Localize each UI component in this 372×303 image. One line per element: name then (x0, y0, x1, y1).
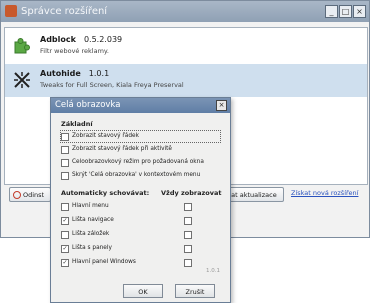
always-show-checkbox-main-menu[interactable] (184, 203, 192, 211)
disable-icon (13, 191, 21, 199)
checkbox[interactable] (61, 203, 69, 211)
section-basic-title: Základní (61, 120, 93, 128)
extension-item-autohide[interactable]: Autohide 1.0.1 Tweaks for Full Screen, Ki… (5, 64, 367, 97)
cancel-button[interactable]: Zrušit (175, 284, 215, 298)
checkbox-checked[interactable]: ✓ (61, 259, 69, 267)
option-show-statusbar[interactable]: Zobrazit stavový řádek (60, 130, 221, 143)
maximize-button[interactable]: □ (339, 5, 352, 18)
dialog-title: Celá obrazovka (55, 100, 121, 110)
section-auto-hide-title: Automaticky schovávat: (61, 189, 150, 197)
extension-version: 1.0.1 (88, 69, 110, 78)
uninstall-button[interactable]: Odinst (9, 187, 51, 202)
get-extensions-link[interactable]: Získat nová rozšíření (291, 189, 358, 197)
checkbox-checked[interactable]: ✓ (61, 245, 69, 253)
extension-item-adblock[interactable]: Adblock 0.5.2.039 Filtr webové reklamy. (5, 30, 367, 63)
section-always-show-title: Vždy zobrazovat (161, 189, 222, 197)
always-show-checkbox-windows-taskbar[interactable] (184, 259, 192, 267)
checkbox[interactable] (61, 146, 69, 154)
autohide-icon (14, 72, 30, 88)
fullscreen-options-dialog: Celá obrazovka × Základní Zobrazit stavo… (50, 97, 231, 303)
always-show-checkbox-tab-bar[interactable] (184, 245, 192, 253)
minimize-button[interactable]: _ (325, 5, 338, 18)
close-button[interactable]: × (353, 5, 366, 18)
app-icon (5, 5, 17, 17)
dialog-close-button[interactable]: × (216, 100, 227, 111)
always-show-checkbox-navigation-bar[interactable] (184, 217, 192, 225)
window-title: Správce rozšíření (21, 6, 108, 17)
version-label: 1.0.1 (206, 268, 220, 274)
dialog-titlebar[interactable]: Celá obrazovka (51, 98, 230, 113)
checkbox[interactable] (61, 172, 69, 180)
always-show-checkbox-bookmarks-bar[interactable] (184, 231, 192, 239)
window-titlebar[interactable]: Správce rozšíření _ □ × (1, 1, 369, 22)
puzzle-icon (14, 38, 30, 54)
ok-button[interactable]: OK (123, 284, 163, 298)
extension-version: 0.5.2.039 (83, 35, 123, 44)
extension-description: Filtr webové reklamy. (40, 47, 109, 55)
extension-name: Adblock 0.5.2.039 (40, 35, 123, 44)
checkbox[interactable] (61, 231, 69, 239)
checkbox[interactable] (61, 159, 69, 167)
checkbox[interactable] (61, 133, 69, 141)
extension-description: Tweaks for Full Screen, Kiala Freya Pres… (40, 81, 184, 89)
extension-name: Autohide 1.0.1 (40, 69, 110, 78)
checkbox-checked[interactable]: ✓ (61, 217, 69, 225)
